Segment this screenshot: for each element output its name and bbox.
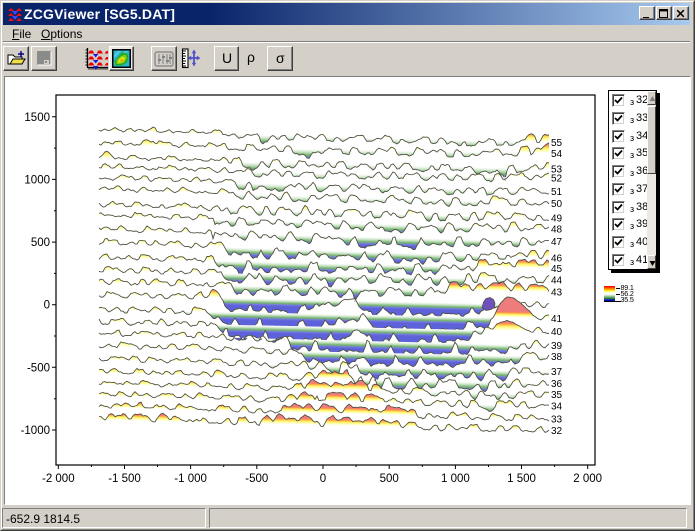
svg-text:36: 36	[551, 379, 563, 390]
svg-text:-500: -500	[245, 473, 268, 485]
svg-text:40: 40	[551, 327, 563, 338]
svg-text:33: 33	[551, 415, 563, 426]
svg-text:2 000: 2 000	[573, 473, 602, 485]
svg-text:45: 45	[551, 264, 563, 275]
svg-text:51: 51	[551, 187, 563, 198]
svg-text:38: 38	[551, 352, 563, 363]
svg-text:35: 35	[551, 390, 563, 401]
svg-text:49: 49	[551, 214, 563, 225]
svg-text:44: 44	[551, 275, 563, 286]
svg-text:46: 46	[551, 253, 563, 264]
svg-text:52: 52	[551, 174, 563, 185]
svg-text:-2 000: -2 000	[42, 473, 75, 485]
svg-text:54: 54	[551, 149, 563, 160]
svg-text:-500: -500	[27, 362, 50, 374]
svg-text:1 500: 1 500	[507, 473, 536, 485]
svg-text:-1000: -1000	[21, 425, 50, 437]
svg-text:-1 500: -1 500	[108, 473, 141, 485]
svg-text:41: 41	[551, 314, 563, 325]
svg-text:47: 47	[551, 237, 563, 248]
svg-text:39: 39	[551, 341, 563, 352]
svg-text:0: 0	[320, 473, 326, 485]
svg-text:50: 50	[551, 199, 563, 210]
svg-text:37: 37	[551, 367, 563, 378]
svg-text:0: 0	[44, 300, 50, 312]
svg-text:1500: 1500	[24, 112, 50, 124]
svg-text:-1 000: -1 000	[174, 473, 207, 485]
svg-text:43: 43	[551, 288, 563, 299]
svg-text:500: 500	[31, 237, 50, 249]
svg-text:34: 34	[551, 401, 563, 412]
svg-text:55: 55	[551, 138, 563, 149]
svg-text:1 000: 1 000	[441, 473, 470, 485]
svg-text:500: 500	[380, 473, 399, 485]
svg-text:32: 32	[551, 426, 563, 437]
svg-text:48: 48	[551, 224, 563, 235]
svg-text:1000: 1000	[24, 174, 50, 186]
